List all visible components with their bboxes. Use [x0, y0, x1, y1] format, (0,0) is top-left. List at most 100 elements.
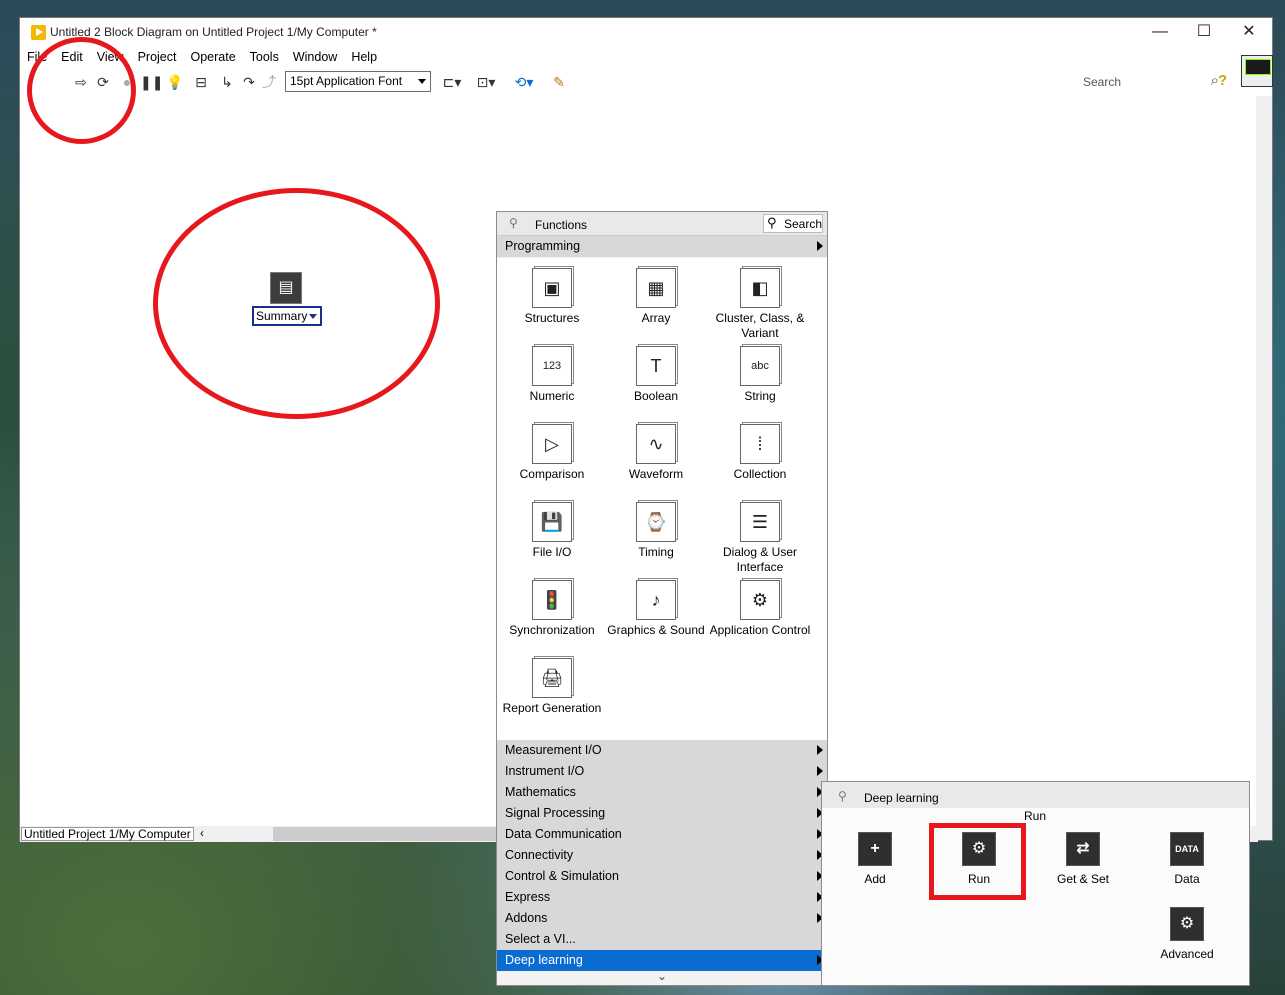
palette-item-label: Cluster, Class, & Variant — [715, 311, 805, 340]
collection-icon: ⁞ — [740, 424, 780, 464]
title-bar: Untitled 2 Block Diagram on Untitled Pro… — [20, 18, 1272, 46]
category-label: Signal Processing — [505, 806, 606, 820]
font-select[interactable]: 15pt Application Font — [285, 71, 431, 92]
highlight-execution-icon[interactable]: 💡 — [166, 73, 184, 91]
scroll-left-icon[interactable]: ‹ — [200, 826, 204, 840]
category-signal-processing[interactable]: Signal Processing — [497, 803, 827, 824]
pin-icon[interactable]: ⚲ — [838, 790, 850, 802]
numeric-icon: 123 — [532, 346, 572, 386]
palette-item-label: Boolean — [633, 389, 679, 403]
palette-item-timing[interactable]: ⌚ Timing — [604, 502, 708, 560]
palette-item-cluster-class-variant[interactable]: ◧ Cluster, Class, & Variant — [708, 268, 812, 341]
category-programming[interactable]: Programming — [497, 236, 827, 257]
category-label: Express — [505, 890, 551, 904]
palette-item-array[interactable]: ▦ Array — [604, 268, 708, 326]
palette-search-label: Search — [784, 217, 823, 231]
distribute-icon[interactable]: ⊡▾ — [474, 73, 498, 91]
help-icon[interactable]: ? — [1218, 72, 1232, 89]
palette-item-label: Graphics & Sound — [607, 623, 705, 637]
palette-item-structures[interactable]: ▣ Structures — [500, 268, 604, 326]
menu-tools[interactable]: Tools — [243, 46, 286, 68]
dl-item-label: Advanced — [1160, 947, 1214, 961]
retain-wire-values-icon[interactable]: ⊟ — [192, 73, 210, 91]
menu-operate[interactable]: Operate — [183, 46, 242, 68]
category-control-simulation[interactable]: Control & Simulation — [497, 866, 827, 887]
window-title: Untitled 2 Block Diagram on Untitled Pro… — [50, 25, 377, 39]
palette-item-comparison[interactable]: ▷ Comparison — [500, 424, 604, 482]
step-into-icon[interactable]: ↳ — [218, 73, 236, 91]
palette-item-label: Comparison — [519, 467, 585, 481]
palette-item-waveform[interactable]: ∿ Waveform — [604, 424, 708, 482]
palette-item-label: Timing — [638, 545, 674, 559]
palette-item-label: Collection — [733, 467, 787, 481]
align-icon[interactable]: ⊏▾ — [440, 73, 464, 91]
cleanup-diagram-icon[interactable]: ✎ — [548, 73, 570, 91]
dl-item-get-set[interactable]: ⇄ Get & Set — [1038, 832, 1128, 886]
palette-item-label: Application Control — [709, 623, 811, 637]
structures-icon: ▣ — [532, 268, 572, 308]
category-measurement-i-o[interactable]: Measurement I/O — [497, 740, 827, 761]
palette-item-report-generation[interactable]: 🖨 Report Generation — [500, 658, 604, 716]
annotation-circle-node — [153, 188, 440, 419]
category-label: Deep learning — [505, 953, 583, 967]
category-instrument-i-o[interactable]: Instrument I/O — [497, 761, 827, 782]
deep-learning-palette: ⚲ Deep learning Run + Add ⚙ Run ⇄ Get & Set DA… — [821, 781, 1250, 986]
close-button[interactable]: ✕ — [1227, 21, 1271, 43]
step-over-icon[interactable]: ↷ — [240, 73, 258, 91]
category-label: Addons — [505, 911, 548, 925]
palette-item-label: Report Generation — [502, 701, 602, 715]
dl-item-label: Data — [1174, 872, 1200, 886]
category-label: Programming — [505, 239, 581, 253]
palette-search-button[interactable]: ⚲ Search — [763, 214, 823, 233]
more-categories-icon[interactable]: ⌄ — [497, 969, 827, 983]
maximize-button[interactable]: ☐ — [1182, 21, 1226, 43]
submenu-arrow-icon — [817, 766, 823, 776]
comparison-icon: ▷ — [532, 424, 572, 464]
search-placeholder: Search — [1083, 75, 1122, 89]
reorder-icon[interactable]: ⟲▾ — [512, 73, 536, 91]
category-label: Instrument I/O — [505, 764, 585, 778]
search-input[interactable]: Search ⌕ — [1069, 72, 1219, 92]
palette-item-application-control[interactable]: ⚙ Application Control — [708, 580, 812, 638]
vi-connector-icon[interactable] — [1241, 55, 1273, 87]
category-mathematics[interactable]: Mathematics — [497, 782, 827, 803]
dl-item-data[interactable]: DATA Data — [1142, 832, 1232, 886]
category-deep-learning[interactable]: Deep learning — [497, 950, 827, 971]
functions-palette: ⚲ Functions ⚲ Search Programming ▣ Struct… — [496, 211, 828, 986]
programming-grid: ▣ Structures ▦ Array ◧ Cluster, Class, & Vari… — [497, 258, 827, 740]
dl-item-advanced[interactable]: ⚙ Advanced — [1142, 907, 1232, 961]
menu-project[interactable]: Project — [131, 46, 184, 68]
subpalette-header: ⚲ Deep learning — [822, 782, 1249, 808]
category-label: Data Communication — [505, 827, 622, 841]
pause-icon[interactable]: ❚❚ — [140, 73, 163, 91]
palette-item-label: Structures — [524, 311, 580, 325]
category-label: Control & Simulation — [505, 869, 619, 883]
category-connectivity[interactable]: Connectivity — [497, 845, 827, 866]
dl-item-add[interactable]: + Add — [830, 832, 920, 886]
palette-item-dialog-user-interface[interactable]: ☰ Dialog & User Interface — [708, 502, 812, 575]
vertical-scrollbar[interactable] — [1256, 96, 1272, 840]
palette-item-collection[interactable]: ⁞ Collection — [708, 424, 812, 482]
category-select-a-vi-[interactable]: Select a VI... — [497, 929, 827, 950]
step-out-icon[interactable]: ⤴ — [260, 73, 278, 91]
minimize-button[interactable]: — — [1138, 21, 1182, 43]
category-addons[interactable]: Addons — [497, 908, 827, 929]
palette-item-graphics-sound[interactable]: ♪ Graphics & Sound — [604, 580, 708, 638]
string-icon: abc — [740, 346, 780, 386]
palette-item-string[interactable]: abc String — [708, 346, 812, 404]
palette-item-boolean[interactable]: T Boolean — [604, 346, 708, 404]
horizontal-scrollbar[interactable] — [273, 827, 513, 841]
pin-icon[interactable]: ⚲ — [509, 217, 521, 229]
category-label: Select a VI... — [505, 932, 576, 946]
palette-item-file-i-o[interactable]: 💾 File I/O — [500, 502, 604, 560]
synchronization-icon: 🚦 — [532, 580, 572, 620]
palette-item-synchronization[interactable]: 🚦 Synchronization — [500, 580, 604, 638]
category-label: Measurement I/O — [505, 743, 602, 757]
menu-help[interactable]: Help — [344, 46, 384, 68]
palette-item-numeric[interactable]: 123 Numeric — [500, 346, 604, 404]
palette-item-label: Waveform — [628, 467, 684, 481]
project-context[interactable]: Untitled Project 1/My Computer — [21, 827, 194, 841]
category-data-communication[interactable]: Data Communication — [497, 824, 827, 845]
menu-window[interactable]: Window — [286, 46, 344, 68]
category-express[interactable]: Express — [497, 887, 827, 908]
